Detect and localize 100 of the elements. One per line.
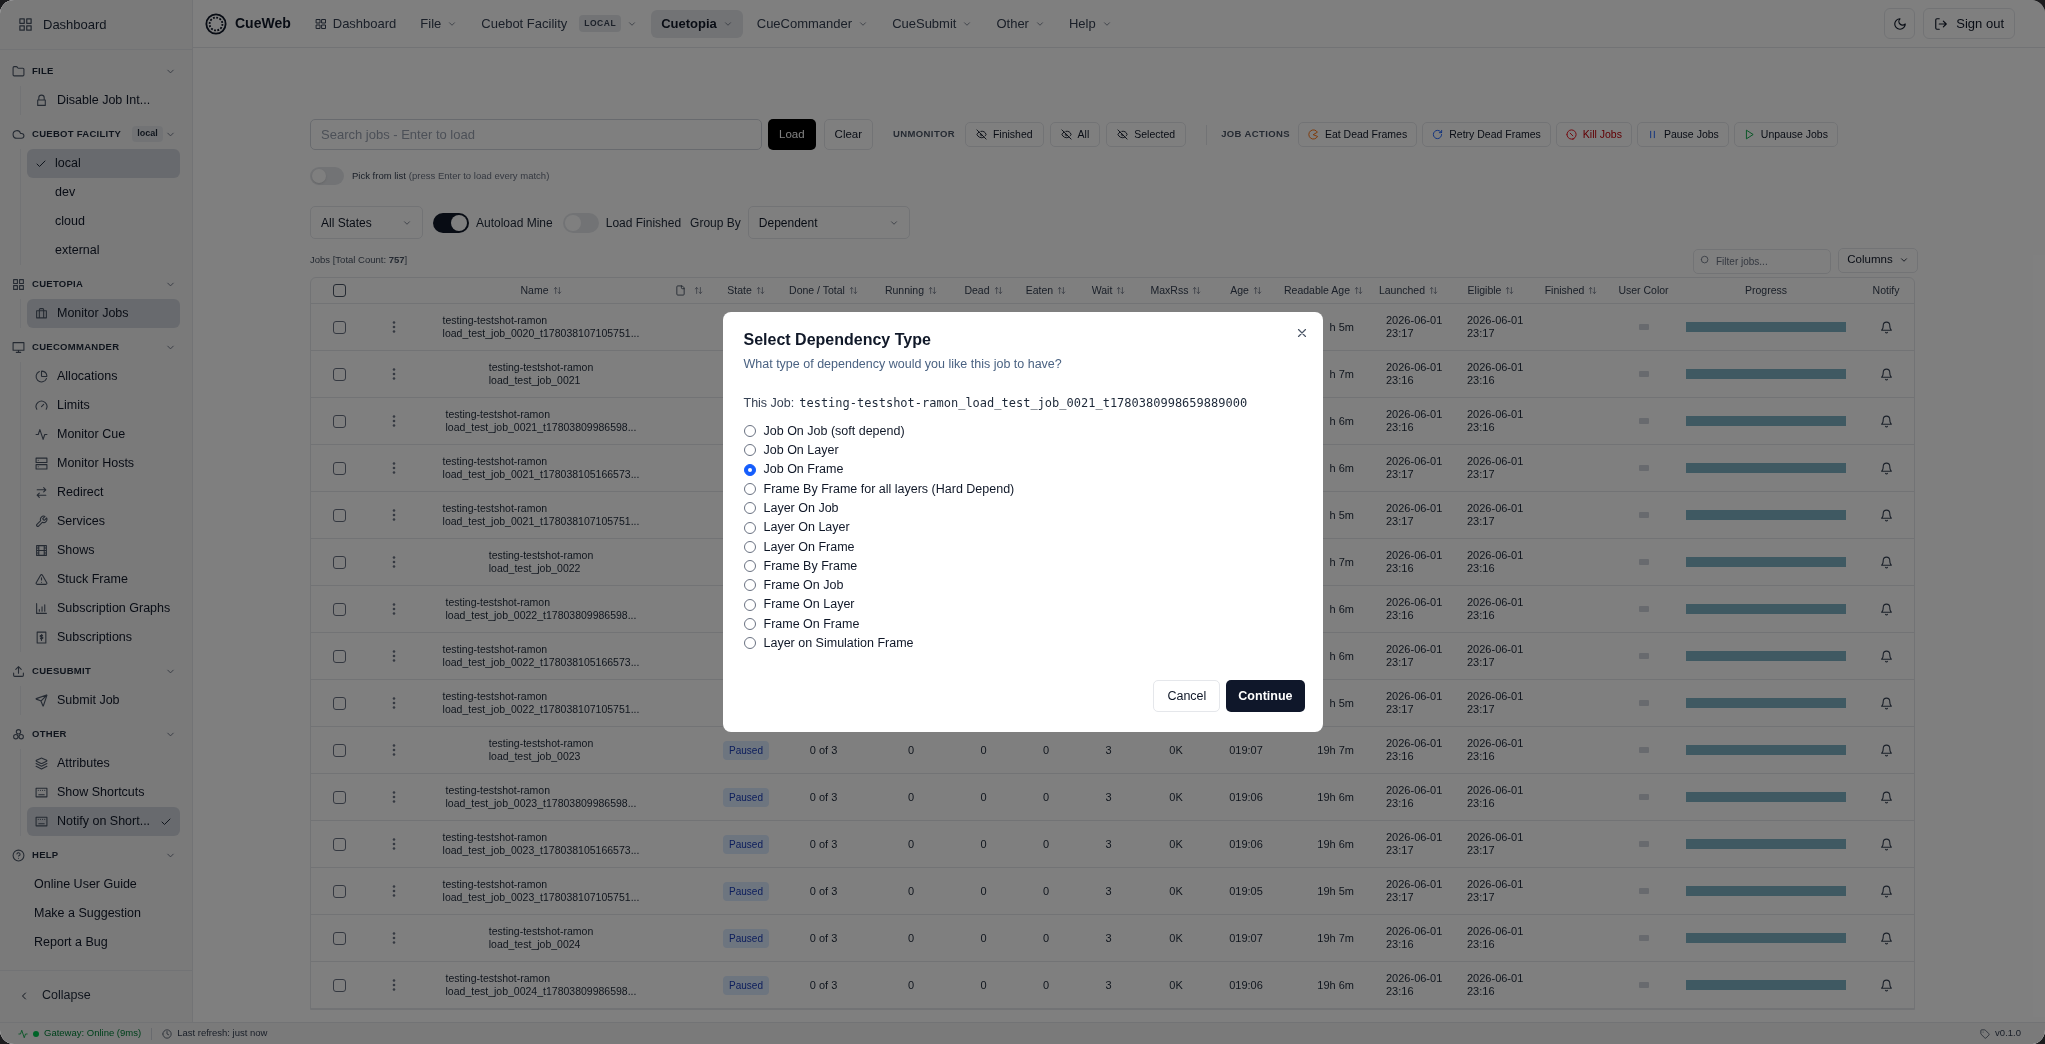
job-action-button[interactable]: Retry Dead Frames	[1422, 122, 1551, 147]
cancel-button[interactable]: Cancel	[1153, 680, 1221, 713]
sign-out-button[interactable]: Sign out	[1923, 8, 2015, 39]
more-options-icon[interactable]	[392, 697, 396, 709]
radio-button[interactable]	[743, 444, 756, 457]
radio-button[interactable]	[743, 463, 756, 476]
sidebar-item[interactable]: Limits	[27, 391, 180, 420]
unmonitor-button[interactable]: Finished	[964, 122, 1044, 147]
column-header[interactable]: Eligible	[1467, 282, 1502, 299]
row-checkbox[interactable]	[332, 743, 346, 757]
job-action-button[interactable]: Pause Jobs	[1636, 122, 1729, 147]
dependency-option[interactable]: Layer On Layer	[743, 517, 1302, 538]
row-checkbox[interactable]	[332, 461, 346, 475]
more-options-icon[interactable]	[392, 368, 396, 380]
sort-arrows-icon[interactable]	[1354, 286, 1363, 295]
row-checkbox[interactable]	[332, 696, 346, 710]
dependency-option[interactable]: Job On Layer	[743, 440, 1302, 461]
more-options-icon[interactable]	[392, 509, 396, 521]
row-checkbox[interactable]	[332, 555, 346, 569]
sidebar-item[interactable]: Redirect	[27, 478, 180, 507]
column-header[interactable]: Launched	[1378, 282, 1426, 299]
row-checkbox[interactable]	[332, 414, 346, 428]
nav-menu[interactable]: CueCommander	[746, 9, 879, 38]
sidebar-item[interactable]: Attributes	[27, 749, 180, 778]
radio-button[interactable]	[743, 598, 756, 611]
nav-menu[interactable]: Cuetopia	[651, 9, 743, 38]
column-header[interactable]: Wait	[1091, 282, 1113, 299]
radio-button[interactable]	[743, 540, 756, 553]
select-all-checkbox[interactable]	[332, 284, 346, 297]
sidebar-item[interactable]: external	[27, 236, 180, 265]
nav-menu[interactable]: CueSubmit	[882, 9, 983, 38]
column-header[interactable]: State	[727, 282, 752, 299]
sort-arrows-icon[interactable]	[1116, 286, 1126, 295]
nav-menu[interactable]: Other	[986, 9, 1055, 38]
sidebar-item[interactable]: Report a Bug	[26, 928, 180, 957]
sidebar-item[interactable]: dev	[27, 178, 180, 207]
sort-arrows-icon[interactable]	[1192, 286, 1202, 295]
sort-arrows-icon[interactable]	[552, 286, 562, 295]
column-header[interactable]: Eaten	[1025, 282, 1054, 299]
sort-arrows-icon[interactable]	[693, 286, 703, 295]
nav-menu[interactable]: Cuebot Facility LOCAL	[471, 9, 648, 38]
column-header[interactable]: Running	[884, 282, 925, 299]
columns-button[interactable]: Columns	[1838, 247, 1918, 273]
more-options-icon[interactable]	[392, 415, 396, 427]
column-header[interactable]: Age	[1230, 282, 1249, 299]
row-checkbox[interactable]	[332, 790, 346, 804]
sidebar-item[interactable]: local	[27, 149, 180, 178]
dependency-option[interactable]: Job On Job (soft depend)	[743, 421, 1302, 441]
column-header[interactable]: Dead	[964, 282, 990, 299]
sidebar-item[interactable]: Shows	[27, 536, 180, 565]
sidebar-item[interactable]: Disable Job Int...	[27, 86, 180, 115]
more-options-icon[interactable]	[392, 650, 396, 662]
sidebar-item[interactable]: Monitor Jobs	[27, 299, 180, 328]
sort-arrows-icon[interactable]	[1252, 286, 1262, 295]
more-options-icon[interactable]	[392, 979, 396, 991]
row-checkbox[interactable]	[332, 320, 346, 334]
unmonitor-button[interactable]: All	[1049, 122, 1101, 147]
dependency-option[interactable]: Layer On Frame	[743, 537, 1302, 557]
sort-arrows-icon[interactable]	[1505, 286, 1515, 295]
theme-toggle[interactable]	[1884, 8, 1916, 39]
radio-button[interactable]	[743, 560, 756, 573]
row-checkbox[interactable]	[332, 884, 346, 898]
nav-menu[interactable]: File	[410, 9, 468, 38]
sort-arrows-icon[interactable]	[928, 286, 938, 295]
sidebar-item[interactable]: Allocations	[27, 362, 180, 391]
sidebar-item[interactable]: Notify on Short...	[27, 807, 180, 836]
dependency-option[interactable]: Job On Frame	[743, 460, 1302, 480]
column-header[interactable]: Name	[520, 282, 549, 299]
sort-arrows-icon[interactable]	[848, 286, 858, 295]
more-options-icon[interactable]	[392, 791, 396, 803]
continue-button[interactable]: Continue	[1226, 680, 1305, 713]
sidebar-item[interactable]: Monitor Hosts	[27, 449, 180, 478]
sidebar-item[interactable]: Subscriptions	[27, 623, 180, 652]
sort-arrows-icon[interactable]	[1057, 286, 1067, 295]
unmonitor-button[interactable]: Selected	[1106, 122, 1187, 147]
row-checkbox[interactable]	[332, 837, 346, 851]
more-options-icon[interactable]	[392, 462, 396, 474]
job-action-button[interactable]: Unpause Jobs	[1733, 122, 1838, 147]
more-options-icon[interactable]	[392, 838, 396, 850]
nav-menu[interactable]: Help	[1058, 9, 1122, 38]
column-header[interactable]: MaxRss	[1150, 282, 1189, 299]
dependency-option[interactable]: Frame By Frame	[743, 556, 1302, 576]
radio-button[interactable]	[743, 579, 756, 592]
column-header[interactable]: User Color	[1618, 282, 1669, 299]
radio-button[interactable]	[743, 637, 756, 650]
sort-arrows-icon[interactable]	[993, 286, 1003, 295]
row-checkbox[interactable]	[332, 367, 346, 381]
column-header[interactable]: Done / Total	[789, 282, 845, 299]
sort-arrows-icon[interactable]	[755, 286, 765, 295]
row-checkbox[interactable]	[332, 508, 346, 522]
more-options-icon[interactable]	[392, 744, 396, 756]
dependency-option[interactable]: Frame By Frame for all layers (Hard Depend)	[743, 479, 1302, 499]
radio-button[interactable]	[743, 618, 756, 631]
sidebar-item[interactable]: Monitor Cue	[27, 420, 180, 449]
radio-button[interactable]	[743, 521, 756, 534]
row-checkbox[interactable]	[332, 602, 346, 616]
filter-jobs-field[interactable]: Filter jobs...	[1693, 248, 1831, 274]
nav-menu[interactable]: Dashboard	[304, 9, 407, 38]
dependency-option[interactable]: Frame On Frame	[743, 614, 1302, 634]
sidebar-item[interactable]: cloud	[27, 207, 180, 236]
